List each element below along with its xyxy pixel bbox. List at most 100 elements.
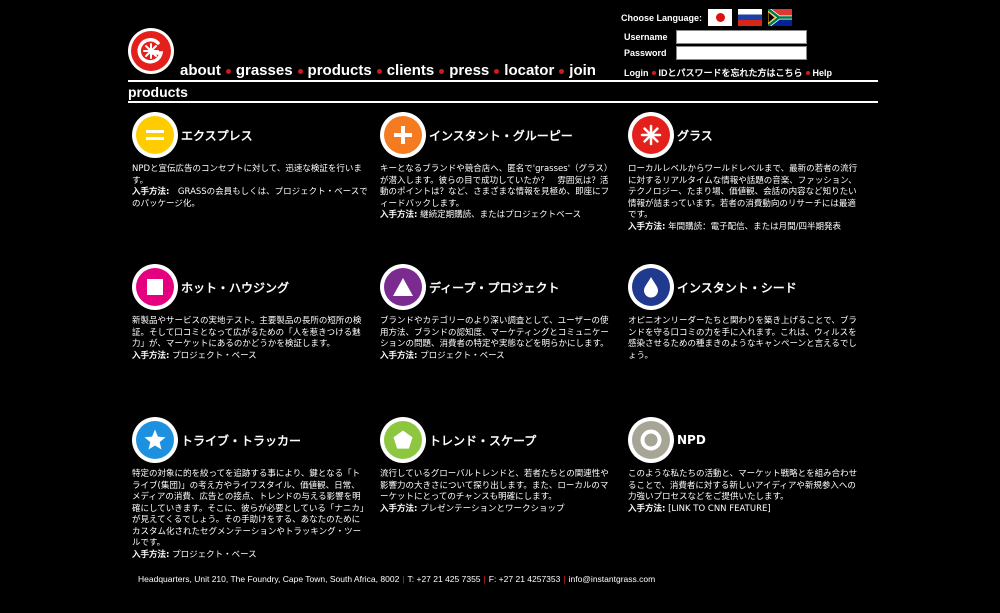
product-how: プロジェクト・ベース: [420, 350, 505, 361]
forgot-password-link[interactable]: IDとパスワードを忘れた方はこちら: [659, 66, 803, 79]
product-title: ディープ・プロジェクト: [429, 280, 560, 295]
footer-address: Headquarters, Unit 210, The Foundry, Cap…: [138, 574, 400, 584]
product-hot-housing: ホット・ハウジング 新製品やサービスの実地テスト。主要製品の長所の短所の検証。そ…: [132, 264, 368, 362]
product-title: ホット・ハウジング: [181, 280, 290, 295]
product-how: プロジェクト・ベース: [172, 350, 257, 361]
product-badge[interactable]: [132, 417, 178, 463]
cnn-feature-link[interactable]: [LINK TO CNN FEATURE]: [668, 504, 771, 514]
language-chooser: Choose Language:: [621, 9, 793, 26]
product-description: ブランドやカテゴリーのより深い調査として、ユーザーの使用方法、ブランドの認知度、…: [380, 316, 609, 349]
product-title: インスタント・グルーピー: [429, 128, 573, 143]
separator-dot: [651, 70, 656, 75]
how-label: 入手方法:: [132, 549, 170, 560]
product-instant-groupie: インスタント・グルーピー キーとなるブランドや競合店へ、匿名で'grasses'…: [380, 112, 616, 222]
nav-separator-dot: [297, 69, 303, 74]
product-title: トレンド・スケープ: [429, 433, 537, 448]
footer-tel: T: +27 21 425 7355: [407, 574, 481, 584]
how-label: 入手方法:: [380, 350, 418, 361]
product-express: エクスプレス NPDと宣伝広告のコンセプトに対して、迅速な検証を行います。 入手…: [132, 112, 368, 210]
product-description: 新製品やサービスの実地テスト。主要製品の長所の短所の検証。そして口コミとなって広…: [132, 316, 362, 349]
product-description: オピニオンリーダーたちと関わりを築き上げることで、ブランドを守る口コミの力を手に…: [628, 316, 857, 361]
how-label: 入手方法:: [628, 503, 666, 514]
nav-about[interactable]: about: [180, 62, 221, 79]
nav-separator-dot: [225, 69, 231, 74]
product-deep-project: ディープ・プロジェクト ブランドやカテゴリーのより深い調査として、ユーザーの使用…: [380, 264, 616, 362]
product-title: インスタント・シード: [677, 280, 797, 295]
product-badge[interactable]: [628, 112, 674, 158]
main-nav: about grasses products clients press loc…: [180, 62, 596, 79]
star-icon: [136, 421, 174, 459]
username-input[interactable]: [676, 30, 807, 44]
instantgrass-logo[interactable]: [128, 28, 174, 74]
how-label: 入手方法:: [380, 503, 418, 514]
product-instant-seed: インスタント・シード オピニオンリーダーたちと関わりを築き上げることで、ブランド…: [628, 264, 864, 362]
nav-join[interactable]: join: [569, 62, 596, 79]
product-description: ローカルレベルからワールドレベルまで、最新の若者の流行に対するリアルタイムな情報…: [628, 164, 858, 220]
product-badge[interactable]: [380, 112, 426, 158]
plus-icon: [384, 116, 422, 154]
circle-icon: [632, 421, 670, 459]
page: Choose Language: Username Password Login: [128, 0, 878, 613]
title-divider: [128, 101, 878, 103]
product-how: 継続定期購読、またはプロジェクトベース: [420, 210, 582, 220]
product-badge[interactable]: [132, 264, 178, 310]
password-label: Password: [624, 48, 667, 58]
equals-icon: [136, 116, 174, 154]
username-label: Username: [624, 32, 668, 42]
product-trend-scape: トレンド・スケープ 流行しているグローバルトレンドと、若者たちとの関連性や影響力…: [380, 417, 616, 515]
drop-icon: [632, 268, 670, 306]
nav-separator-dot: [559, 69, 565, 74]
triangle-icon: [384, 268, 422, 306]
login-links: Login IDとパスワードを忘れた方はこちら Help: [624, 66, 832, 79]
product-description: このような私たちの活動と、マーケット戦略とを組み合わせることで、消費者に対する新…: [628, 469, 858, 502]
product-badge[interactable]: [380, 264, 426, 310]
product-badge[interactable]: [628, 417, 674, 463]
nav-separator-dot: [494, 69, 500, 74]
product-title: トライブ・トラッカー: [181, 433, 302, 448]
nav-locator[interactable]: locator: [504, 62, 554, 79]
product-badge[interactable]: [628, 264, 674, 310]
product-badge[interactable]: [380, 417, 426, 463]
square-icon: [136, 268, 174, 306]
footer-email-link[interactable]: info@instantgrass.com: [569, 574, 656, 584]
login-form: Username Password: [624, 29, 807, 61]
product-tribe-tracker: トライブ・トラッカー 特定の対象に的を絞ってを追跡する事により、鍵となる「トライ…: [132, 417, 368, 561]
product-description: NPDと宣伝広告のコンセプトに対して、迅速な検証を行います。: [132, 164, 362, 186]
japan-flag-icon[interactable]: [708, 9, 733, 26]
nav-grasses[interactable]: grasses: [236, 62, 293, 79]
header-divider: [128, 80, 878, 82]
product-title: エクスプレス: [181, 128, 253, 143]
nav-separator-dot: [376, 69, 382, 74]
product-description: キーとなるブランドや競合店へ、匿名で'grasses'（グラス）が潜入します。彼…: [380, 164, 613, 209]
product-grass: グラス ローカルレベルからワールドレベルまで、最新の若者の流行に対するリアルタイ…: [628, 112, 864, 233]
product-how: プロジェクト・ベース: [172, 549, 257, 560]
nav-clients[interactable]: clients: [387, 62, 435, 79]
how-label: 入手方法:: [628, 221, 666, 232]
product-title: NPD: [677, 433, 706, 447]
russia-flag-icon[interactable]: [738, 9, 763, 26]
page-title: products: [128, 84, 188, 100]
product-how: 年間購読：電子配信、または月間/四半期発表: [668, 221, 841, 232]
how-label: 入手方法:: [132, 187, 170, 197]
nav-products[interactable]: products: [308, 62, 372, 79]
product-how: プレゼンテーションとワークショップ: [420, 503, 565, 514]
nav-separator-dot: [439, 69, 445, 74]
pentagon-icon: [384, 421, 422, 459]
product-badge[interactable]: [132, 112, 178, 158]
product-npd: NPD このような私たちの活動と、マーケット戦略とを組み合わせることで、消費者に…: [628, 417, 864, 515]
nav-press[interactable]: press: [449, 62, 489, 79]
footer: Headquarters, Unit 210, The Foundry, Cap…: [138, 574, 656, 584]
footer-fax: F: +27 21 4257353: [488, 574, 561, 584]
asterisk-icon: [632, 116, 670, 154]
south-africa-flag-icon[interactable]: [768, 9, 793, 26]
help-link[interactable]: Help: [813, 68, 833, 78]
logo-g-icon: [131, 31, 171, 71]
login-link[interactable]: Login: [624, 68, 649, 78]
language-label: Choose Language:: [621, 12, 703, 23]
how-label: 入手方法:: [380, 210, 418, 220]
product-description: 流行しているグローバルトレンドと、若者たちとの関連性や影響力の大きさについて探り…: [380, 469, 609, 502]
password-input[interactable]: [676, 46, 807, 60]
product-title: グラス: [677, 128, 713, 143]
separator-dot: [805, 70, 810, 75]
product-description: 特定の対象に的を絞ってを追跡する事により、鍵となる「トライブ(集団)」の考え方や…: [132, 469, 365, 548]
